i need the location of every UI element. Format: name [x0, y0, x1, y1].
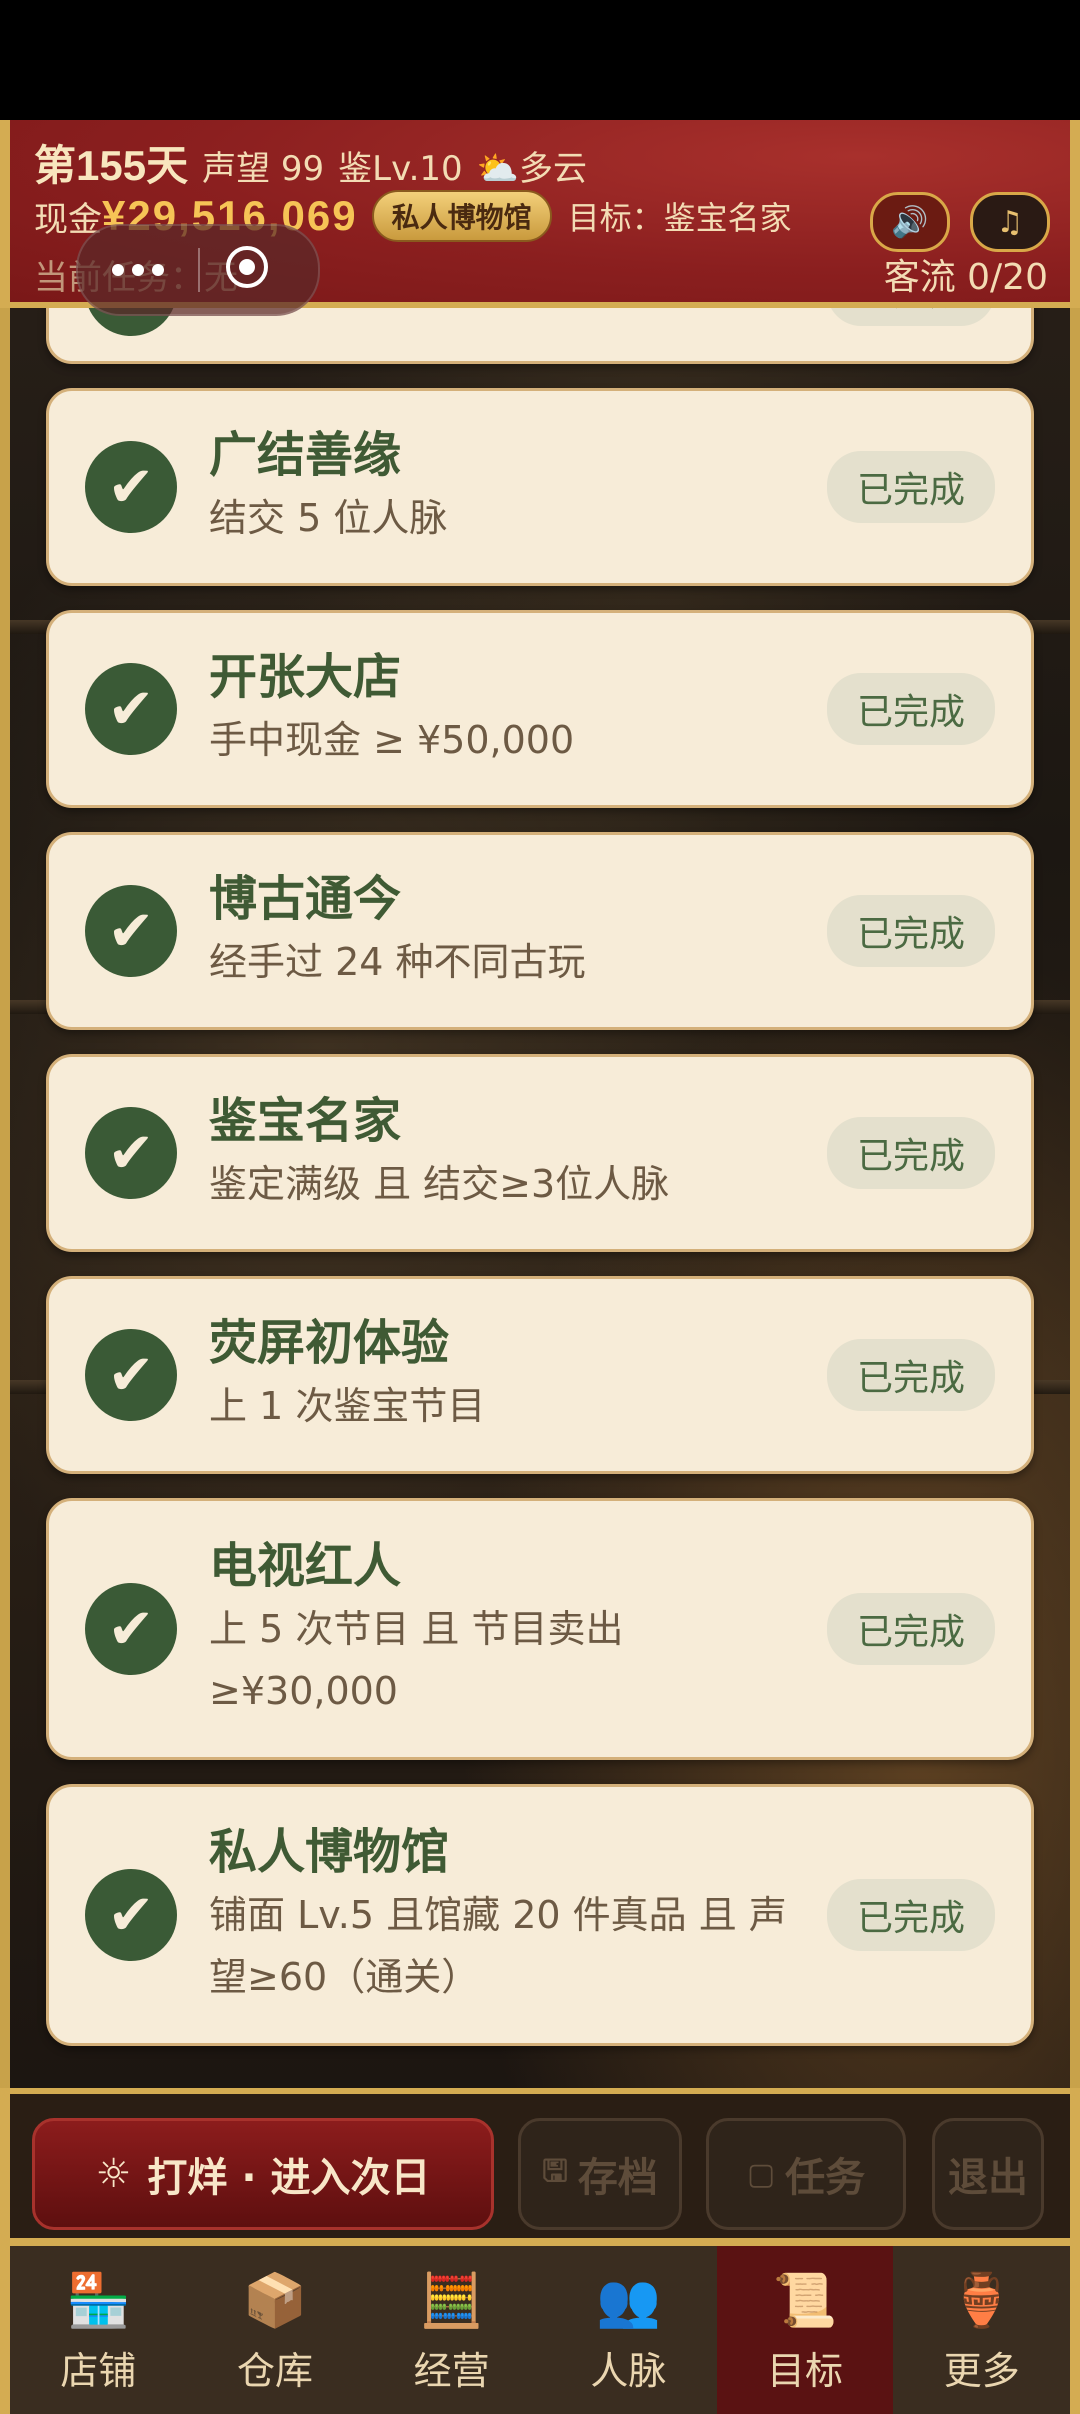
nav-label: 店铺	[60, 2348, 137, 2393]
weather: ⛅多云	[477, 141, 587, 190]
goal-desc: 声望≥20 且 鉴定≥Lv.5	[209, 308, 807, 321]
exit-button[interactable]: 退出	[932, 2118, 1044, 2230]
nav-item-goals[interactable]: 📜 目标	[716, 2246, 894, 2414]
goal-title: 博古通今	[209, 873, 402, 926]
capsule-divider	[198, 248, 200, 292]
title-badge: 私人博物馆	[371, 190, 552, 242]
goal-desc: 手中现金 ≥ ¥50,000	[209, 718, 575, 762]
goal-desc: 经手过 24 种不同古玩	[209, 940, 586, 984]
check-icon: ✔	[85, 1107, 177, 1199]
goal-list: ✔ 声望≥20 且 鉴定≥Lv.5 已完成 ✔ 广结善缘 结交 5 位人脉 已完…	[46, 308, 1034, 2070]
sound-toggle-button[interactable]: 🔊	[870, 192, 950, 252]
task-label: 任务	[785, 2155, 866, 2201]
speaker-icon: 🔊	[891, 204, 929, 240]
goal-title: 私人博物馆	[209, 1826, 450, 1879]
bottom-navigation: 🏪 店铺 📦 仓库 🧮 经营 👥 人脉 📜 目标 🏺 更多	[0, 2246, 1080, 2414]
nav-item-shop[interactable]: 🏪 店铺	[10, 2246, 187, 2414]
shop-icon: 🏪	[65, 2270, 131, 2331]
customer-traffic: 客流 0/20	[883, 257, 1048, 298]
goal-desc: 鉴定满级 且 结交≥3位人脉	[209, 1162, 670, 1206]
check-icon: ✔	[85, 441, 177, 533]
goal-status-badge: 已完成	[826, 673, 995, 745]
check-icon: ✔	[85, 1329, 177, 1421]
nav-item-more[interactable]: 🏺 更多	[893, 2246, 1070, 2414]
check-icon: ✔	[85, 1583, 177, 1675]
check-icon: ✔	[85, 1869, 177, 1961]
goal-card[interactable]: ✔ 私人博物馆 铺面 Lv.5 且馆藏 20 件真品 且 声望≥60（通关） 已…	[46, 1784, 1034, 2046]
vase-icon: 🏺	[949, 2270, 1015, 2331]
more-dots-icon[interactable]	[112, 264, 124, 276]
goal-desc: 结交 5 位人脉	[209, 496, 448, 540]
goal-card[interactable]: ✔ 开张大店 手中现金 ≥ ¥50,000 已完成	[46, 610, 1034, 808]
next-day-label: 打烊 · 进入次日	[147, 2155, 431, 2201]
more-dots-icon	[152, 264, 164, 276]
goals-list-viewport[interactable]: ✔ 声望≥20 且 鉴定≥Lv.5 已完成 ✔ 广结善缘 结交 5 位人脉 已完…	[0, 308, 1080, 2088]
music-toggle-button[interactable]: ♫	[970, 192, 1050, 252]
day-counter: 第155天	[34, 142, 189, 189]
goal-desc: 上 1 次鉴宝节目	[209, 1384, 486, 1428]
next-day-button[interactable]: ☼ 打烊 · 进入次日	[32, 2118, 494, 2230]
goal-title: 开张大店	[209, 651, 402, 704]
partly-cloudy-icon: ⛅	[476, 149, 519, 189]
treasure-chest-icon: 📦	[242, 2270, 308, 2331]
goal-status-badge: 已完成	[826, 1593, 995, 1665]
current-goal: 目标：鉴宝名家	[567, 199, 792, 237]
goal-status-badge: 已完成	[826, 895, 995, 967]
appraisal-level: 鉴Lv.10	[338, 149, 463, 189]
action-bar: ☼ 打烊 · 进入次日 🖫 存档 ▢ 任务 退出	[0, 2088, 1080, 2238]
nav-label: 仓库	[237, 2348, 314, 2393]
divider	[0, 2238, 1080, 2246]
goal-title: 电视红人	[209, 1540, 402, 1593]
abacus-icon: 🧮	[419, 2270, 485, 2331]
chat-bubble-icon: ▢	[746, 2156, 776, 2192]
goal-title: 广结善缘	[209, 429, 402, 482]
nav-label: 目标	[767, 2348, 844, 2393]
nav-item-warehouse[interactable]: 📦 仓库	[187, 2246, 364, 2414]
weather-label: 多云	[519, 149, 587, 189]
nav-label: 人脉	[590, 2348, 667, 2393]
nav-item-contacts[interactable]: 👥 人脉	[540, 2246, 717, 2414]
goal-card[interactable]: ✔ 博古通今 经手过 24 种不同古玩 已完成	[46, 832, 1034, 1030]
close-target-icon[interactable]	[226, 246, 268, 288]
goal-status-badge: 已完成	[826, 451, 995, 523]
sun-icon: ☼	[95, 2151, 132, 2197]
check-icon: ✔	[85, 663, 177, 755]
status-bar	[0, 0, 1080, 120]
mini-program-capsule[interactable]	[76, 224, 320, 316]
save-label: 存档	[577, 2155, 658, 2201]
exit-label: 退出	[948, 2155, 1028, 2201]
music-note-icon: ♫	[996, 204, 1024, 240]
nav-item-business[interactable]: 🧮 经营	[363, 2246, 540, 2414]
goal-status-badge: 已完成	[826, 1339, 995, 1411]
goal-status-badge: 已完成	[826, 1879, 995, 1951]
goal-title: 荧屏初体验	[209, 1317, 450, 1370]
nav-label: 更多	[943, 2348, 1020, 2393]
goal-card[interactable]: ✔ 声望≥20 且 鉴定≥Lv.5 已完成	[46, 308, 1034, 364]
goal-status-badge: 已完成	[826, 1117, 995, 1189]
save-button[interactable]: 🖫 存档	[518, 2118, 682, 2230]
goal-card[interactable]: ✔ 荧屏初体验 上 1 次鉴宝节目 已完成	[46, 1276, 1034, 1474]
scroll-icon: 📜	[772, 2270, 838, 2331]
goal-card[interactable]: ✔ 电视红人 上 5 次节目 且 节目卖出 ≥¥30,000 已完成	[46, 1498, 1034, 1760]
reputation-stat: 声望 99	[202, 149, 325, 189]
check-icon: ✔	[85, 885, 177, 977]
people-icon: 👥	[595, 2270, 661, 2331]
more-dots-icon	[132, 264, 144, 276]
task-button[interactable]: ▢ 任务	[706, 2118, 906, 2230]
nav-label: 经营	[413, 2348, 490, 2393]
goal-desc: 上 5 次节目 且 节目卖出 ≥¥30,000	[209, 1607, 624, 1713]
goal-desc: 铺面 Lv.5 且馆藏 20 件真品 且 声望≥60（通关）	[209, 1893, 787, 1999]
goal-card[interactable]: ✔ 鉴宝名家 鉴定满级 且 结交≥3位人脉 已完成	[46, 1054, 1034, 1252]
goal-card[interactable]: ✔ 广结善缘 结交 5 位人脉 已完成	[46, 388, 1034, 586]
goal-status-badge: 已完成	[826, 308, 995, 326]
floppy-disk-icon: 🖫	[542, 2153, 568, 2189]
goal-title: 鉴宝名家	[209, 1095, 402, 1148]
